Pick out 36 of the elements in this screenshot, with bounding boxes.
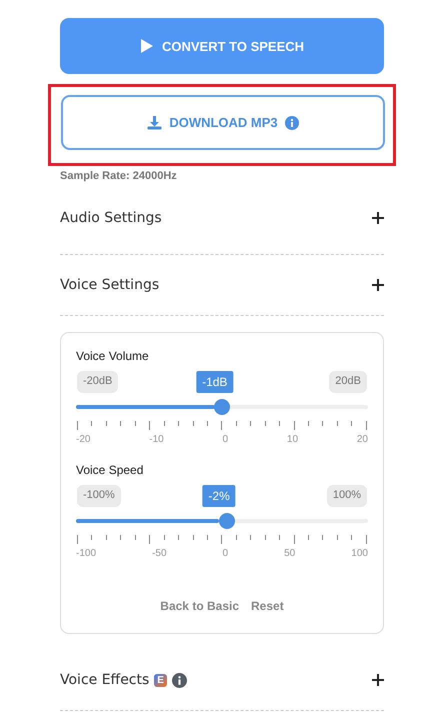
- tick-label: -20: [76, 434, 90, 445]
- sample-rate-text: Sample Rate: 24000Hz: [60, 170, 178, 182]
- section-header[interactable]: Voice Settings: [60, 255, 384, 316]
- tick-label: 0: [222, 548, 228, 559]
- plus-icon: [372, 674, 384, 686]
- min-value-label: -100%: [77, 485, 121, 507]
- tick-label: -10: [149, 434, 164, 445]
- section-header[interactable]: Audio Settings: [60, 182, 384, 255]
- download-icon: [147, 115, 162, 130]
- value-tooltip: -2%: [202, 485, 236, 507]
- slider-label: Voice Speed: [76, 463, 144, 477]
- slider-label: Voice Volume: [76, 349, 150, 363]
- tick-label: 20: [356, 434, 368, 445]
- tick-label: -50: [152, 548, 166, 559]
- slider-thumb[interactable]: [214, 399, 230, 415]
- download-button[interactable]: DOWNLOAD MP3: [61, 95, 385, 150]
- effects-badge: E: [154, 674, 167, 686]
- plus-icon: [372, 212, 384, 224]
- tick-label: 10: [286, 434, 298, 445]
- max-value-label: 20dB: [329, 371, 367, 393]
- section-header[interactable]: Voice Effects E: [60, 650, 384, 711]
- max-value-label: 100%: [326, 485, 367, 507]
- value-tooltip: -1dB: [196, 371, 234, 393]
- tick-label: 50: [284, 548, 296, 559]
- slider-thumb[interactable]: [218, 513, 235, 529]
- min-value-label: -20dB: [77, 371, 118, 393]
- convert-button[interactable]: CONVERT TO SPEECH: [60, 18, 384, 74]
- tick-label: -100: [76, 548, 96, 559]
- plus-icon: [372, 279, 384, 291]
- text-link[interactable]: Back to Basic: [160, 599, 239, 613]
- tick-label: 100: [351, 548, 368, 559]
- info-icon[interactable]: [172, 672, 187, 688]
- tick-label: 0: [222, 434, 228, 445]
- text-link[interactable]: Reset: [251, 599, 284, 613]
- info-icon[interactable]: [284, 116, 299, 130]
- play-icon: [140, 38, 154, 54]
